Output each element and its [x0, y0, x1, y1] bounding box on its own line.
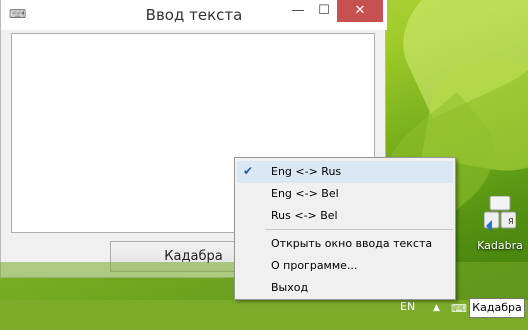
- menu-item-label: О программе...: [271, 259, 358, 272]
- maximize-button[interactable]: ☐: [311, 0, 337, 22]
- menu-item-rus-bel[interactable]: Rus <-> Bel: [237, 205, 453, 227]
- svg-text:Я: Я: [508, 217, 514, 226]
- taskbar: [0, 300, 528, 330]
- minimize-button[interactable]: —: [285, 0, 311, 22]
- close-button[interactable]: ✕: [337, 0, 383, 22]
- tray-keyboard-icon[interactable]: ⌨: [451, 302, 467, 316]
- menu-item-about[interactable]: О программе...: [237, 255, 453, 277]
- menu-item-label: Открыть окно ввода текста: [271, 237, 433, 250]
- menu-item-open-input-window[interactable]: Открыть окно ввода текста: [237, 233, 453, 255]
- menu-item-label: Выход: [271, 281, 309, 294]
- menu-item-eng-rus[interactable]: ✔ Eng <-> Rus: [237, 161, 453, 183]
- language-indicator[interactable]: EN: [400, 300, 415, 313]
- menu-item-label: Eng <-> Bel: [271, 187, 339, 200]
- keyboard-icon: Я: [484, 196, 516, 232]
- menu-separator: [265, 229, 453, 230]
- tray-context-menu: ✔ Eng <-> Rus Eng <-> Bel Rus <-> Bel От…: [234, 157, 456, 300]
- menu-item-label: Rus <-> Bel: [271, 209, 338, 222]
- shortcut-label: Kadabra: [477, 239, 523, 252]
- menu-item-label: Eng <-> Rus: [271, 165, 342, 178]
- show-hidden-icons-icon[interactable]: ▲: [433, 303, 440, 313]
- menu-item-eng-bel[interactable]: Eng <-> Bel: [237, 183, 453, 205]
- title-bar[interactable]: ⌨ Ввод текста — ☐ ✕: [1, 0, 387, 30]
- desktop-shortcut-kadabra[interactable]: Я Kadabra: [472, 196, 528, 260]
- tray-tooltip: Кадабра: [469, 298, 525, 318]
- checkmark-icon: ✔: [243, 164, 254, 178]
- menu-item-exit[interactable]: Выход: [237, 277, 453, 299]
